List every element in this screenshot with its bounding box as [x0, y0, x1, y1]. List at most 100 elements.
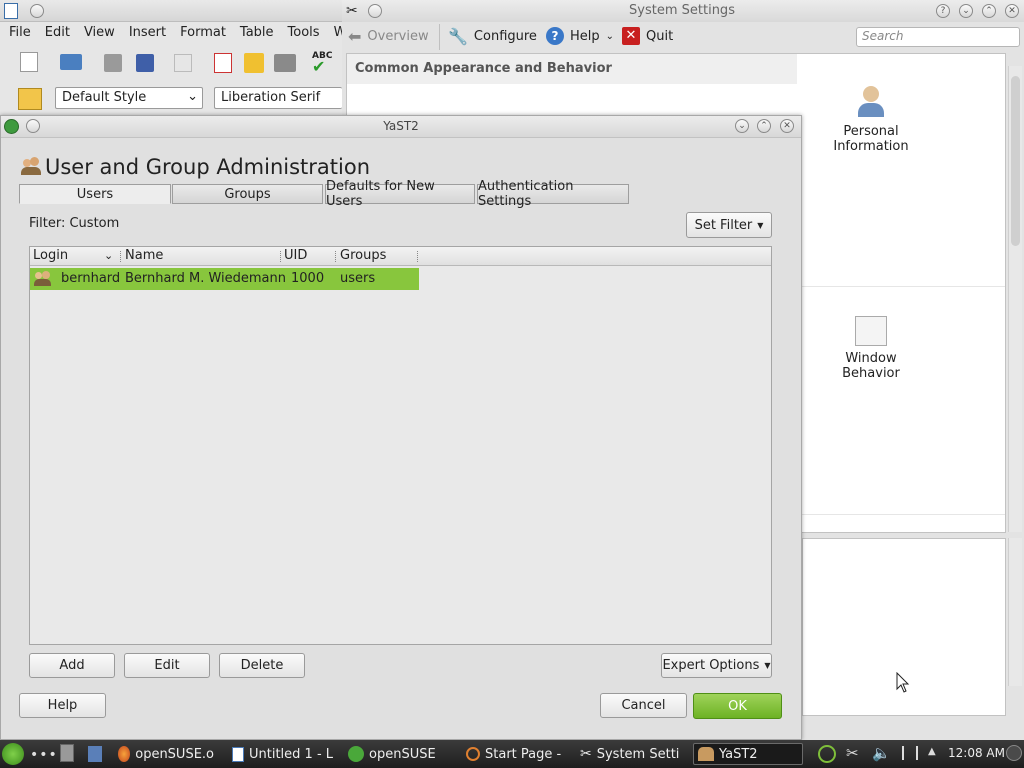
menu-tools[interactable]: Tools [279, 22, 325, 44]
clock[interactable]: 12:08 AM [948, 746, 1005, 760]
users-icon [21, 157, 41, 177]
user-icon [34, 270, 52, 288]
system-settings-title: System Settings [629, 3, 735, 18]
window-menu-button[interactable] [26, 119, 40, 133]
tab-users[interactable]: Users [19, 184, 171, 204]
minimize-icon[interactable]: ⌄ [735, 119, 749, 133]
help-circle-icon: ? [546, 27, 564, 45]
dots-icon[interactable]: ••• [30, 747, 58, 763]
direct-print-icon[interactable] [244, 53, 264, 73]
overview-button[interactable]: ⬅ Overview [348, 27, 429, 46]
quit-icon: ✕ [622, 27, 640, 45]
system-settings-titlebar: ✂ System Settings ? ⌄ ⌃ ✕ [342, 0, 1024, 22]
writer-toolbar: ABC ✔ [0, 46, 342, 78]
column-separator[interactable] [335, 251, 336, 262]
firefox-icon [118, 746, 131, 762]
menu-format[interactable]: Format [171, 22, 231, 44]
task-opensuse[interactable]: openSUSE [344, 743, 454, 765]
add-button[interactable]: Add [29, 653, 115, 678]
tab-groups-label: Groups [224, 186, 271, 202]
cashew-icon[interactable] [1006, 745, 1022, 761]
application-launcher-icon[interactable] [2, 743, 24, 765]
task-label: System Setti [596, 746, 680, 762]
lower-scrollbar[interactable] [1008, 538, 1022, 686]
scrollbar-thumb[interactable] [1011, 76, 1020, 246]
tab-groups[interactable]: Groups [172, 184, 323, 204]
quit-button[interactable]: ✕ Quit [622, 27, 673, 45]
set-filter-button[interactable]: Set Filter ▼ [686, 212, 772, 238]
menu-file[interactable]: File [0, 22, 36, 44]
users-table[interactable]: Login ⌄ Name UID Groups bernhard Bernhar… [29, 246, 772, 645]
tray-expand-icon[interactable]: ▲ [928, 746, 936, 757]
maximize-icon[interactable]: ⌃ [982, 4, 996, 18]
help-button[interactable]: Help [19, 693, 106, 718]
paragraph-style-combo[interactable]: Default Style ⌄ [55, 87, 203, 109]
cell-groups: users [340, 271, 376, 286]
writer-menubar: File Edit View Insert Format Table Tools… [0, 22, 374, 44]
pager-icon[interactable] [60, 744, 74, 762]
tab-defaults-new-users[interactable]: Defaults for New Users [325, 179, 475, 209]
menu-table[interactable]: Table [231, 22, 279, 44]
network-icon[interactable] [902, 746, 918, 760]
help-menu-button[interactable]: ? Help ⌄ [546, 27, 614, 45]
task-yast2[interactable]: YaST2 [693, 743, 803, 765]
personal-information-label[interactable]: Personal Information [821, 124, 921, 154]
font-name-combo[interactable]: Liberation Serif [214, 87, 342, 109]
edit-button[interactable]: Edit [124, 653, 210, 678]
print-icon[interactable] [60, 54, 82, 70]
close-icon[interactable]: ✕ [1005, 4, 1019, 18]
cancel-label: Cancel [621, 698, 666, 713]
task-opensuse-firefox[interactable]: openSUSE.o [114, 743, 218, 765]
delete-button[interactable]: Delete [219, 653, 305, 678]
table-row[interactable]: bernhard Bernhard M. Wiedemann 1000 user… [30, 268, 419, 290]
column-header-groups[interactable]: Groups [340, 248, 386, 263]
tab-authentication-settings[interactable]: Authentication Settings [477, 179, 629, 209]
column-header-name[interactable]: Name [125, 248, 163, 263]
task-system-settings[interactable]: ✂ System Setti [576, 743, 684, 765]
menu-view[interactable]: View [75, 22, 120, 44]
cancel-button[interactable]: Cancel [600, 693, 687, 718]
settings-scrollbar[interactable] [1008, 66, 1022, 532]
column-separator[interactable] [280, 251, 281, 262]
export-icon[interactable] [136, 54, 154, 72]
minimize-icon[interactable]: ⌄ [959, 4, 973, 18]
help-icon[interactable]: ? [936, 4, 950, 18]
paragraph-style-value: Default Style [62, 90, 147, 105]
edit-mode-icon[interactable] [174, 54, 192, 72]
pdf-export-icon[interactable] [214, 53, 232, 73]
configure-label: Configure [473, 29, 537, 44]
column-separator[interactable] [120, 251, 121, 262]
writer-menu-button[interactable] [30, 4, 44, 18]
close-icon[interactable]: ✕ [780, 119, 794, 133]
maximize-icon[interactable]: ⌃ [757, 119, 771, 133]
yast-title: YaST2 [383, 119, 419, 133]
expert-options-button[interactable]: Expert Options ▼ [661, 653, 772, 678]
ok-button[interactable]: OK [693, 693, 782, 719]
task-start-page[interactable]: Start Page - [462, 743, 570, 765]
personal-information-icon[interactable] [851, 86, 891, 126]
back-arrow-icon: ⬅ [348, 27, 362, 46]
bug-icon[interactable] [818, 745, 836, 763]
print-preview-icon[interactable] [274, 54, 296, 72]
search-input[interactable]: Search [856, 27, 1020, 47]
spellcheck-icon[interactable]: ABC ✔ [312, 51, 334, 75]
font-name-value: Liberation Serif [221, 90, 321, 105]
task-untitled-writer[interactable]: Untitled 1 - L [228, 743, 338, 765]
column-separator[interactable] [417, 251, 418, 262]
new-document-icon[interactable] [20, 52, 38, 72]
configure-button[interactable]: 🔧 Configure [448, 27, 537, 46]
tools-tray-icon[interactable]: ✂ [846, 744, 859, 762]
column-header-uid[interactable]: UID [284, 248, 307, 263]
save-icon[interactable] [104, 54, 122, 72]
menu-insert[interactable]: Insert [120, 22, 171, 44]
window-behavior-label[interactable]: Window Behavior [821, 351, 921, 381]
window-menu-button[interactable] [368, 4, 382, 18]
column-header-login[interactable]: Login [33, 248, 68, 263]
styles-icon[interactable] [18, 88, 42, 110]
volume-icon[interactable]: 🔈 [872, 744, 891, 762]
menu-edit[interactable]: Edit [36, 22, 75, 44]
task-label: Start Page - [485, 746, 562, 762]
writer-app-icon [4, 3, 18, 19]
window-behavior-icon[interactable] [855, 316, 887, 346]
file-manager-icon[interactable] [88, 746, 102, 762]
